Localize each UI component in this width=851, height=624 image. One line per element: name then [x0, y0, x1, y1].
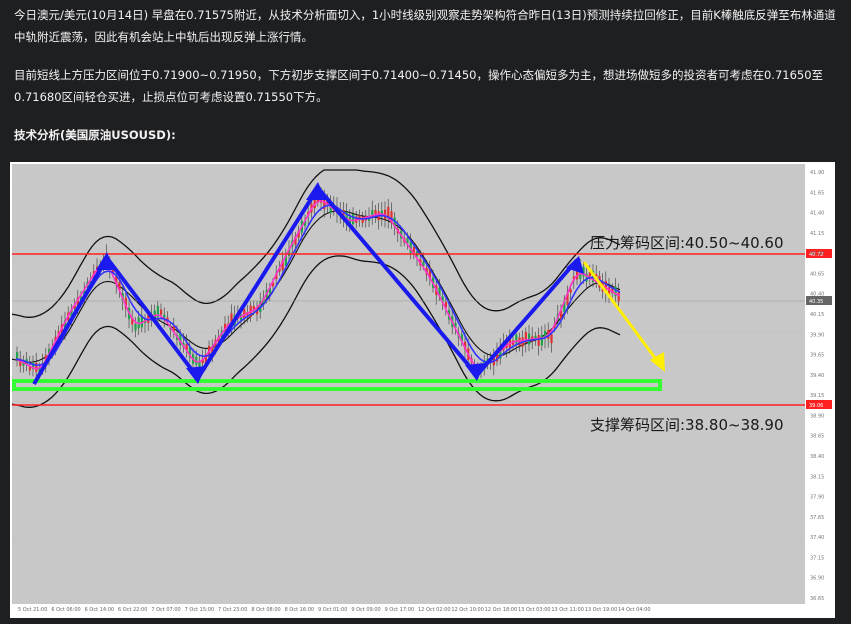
- x-tick-label: 6 Oct 06:00: [51, 607, 80, 613]
- y-tick-label: 40.90: [810, 251, 824, 257]
- x-tick-label: 13 Oct 03:00: [518, 607, 551, 613]
- y-tick-label: 41.15: [810, 231, 824, 237]
- x-tick-label: 7 Oct 07:00: [151, 607, 180, 613]
- x-tick-label: 13 Oct 11:00: [551, 607, 584, 613]
- y-tick-label: 41.90: [810, 170, 824, 176]
- x-tick-label: 13 Oct 19:00: [585, 607, 618, 613]
- x-tick-label: 14 Oct 04:00: [618, 607, 651, 613]
- y-tick-label: 37.65: [810, 515, 824, 521]
- support-annotation: 支撑筹码区间:38.80~38.90: [590, 416, 784, 434]
- x-tick-label: 7 Oct 15:00: [185, 607, 214, 613]
- y-tick-label: 38.15: [810, 474, 824, 480]
- y-tick-label: 37.90: [810, 495, 824, 501]
- y-tick-label: 36.90: [810, 576, 824, 582]
- analysis-paragraph-2: 目前短线上方压力区间位于0.71900~0.71950，下方初步支撑区间于0.7…: [14, 68, 824, 104]
- x-tick-label: 12 Oct 02:00: [418, 607, 451, 613]
- x-tick-label: 7 Oct 23:00: [218, 607, 247, 613]
- y-tick-label: 40.15: [810, 312, 824, 318]
- y-tick-label: 39.15: [810, 393, 824, 399]
- candle-body: [160, 309, 163, 315]
- y-tick-label: 37.15: [810, 555, 824, 561]
- y-tick-label: 41.40: [810, 211, 824, 217]
- y-tick-label: 38.65: [810, 434, 824, 440]
- y-tick-label: 40.65: [810, 271, 824, 277]
- candle-body: [537, 335, 540, 346]
- price-tag-support-text: 39.06: [809, 403, 823, 409]
- resistance-annotation: 压力筹码区间:40.50~40.60: [590, 234, 784, 252]
- y-tick-label: 41.65: [810, 190, 824, 196]
- price-tag-current-text: 40.35: [809, 299, 823, 305]
- candle-body: [35, 362, 38, 372]
- price-chart: 40.72 40.35 39.06 41.90 41.65 41.40 41.15 40…: [10, 162, 835, 618]
- y-tick-label: 36.65: [810, 596, 824, 602]
- analysis-paragraph-1: 今日澳元/美元(10月14日) 早盘在0.71575附近，从技术分析面切入，1小…: [14, 8, 836, 44]
- y-tick-label: 37.40: [810, 535, 824, 541]
- x-tick-label: 9 Oct 09:00: [351, 607, 380, 613]
- y-tick-label: 39.90: [810, 332, 824, 338]
- candle-body: [540, 334, 543, 346]
- y-tick-label: 38.40: [810, 454, 824, 460]
- x-tick-label: 9 Oct 17:00: [385, 607, 414, 613]
- x-tick-label: 9 Oct 01:00: [318, 607, 347, 613]
- x-tick-label: 6 Oct 22:00: [118, 607, 147, 613]
- section-title: 技术分析(美国原油USOUSD):: [14, 128, 176, 142]
- y-tick-label: 40.40: [810, 292, 824, 298]
- x-tick-label: 8 Oct 08:00: [251, 607, 280, 613]
- x-tick-label: 12 Oct 18:00: [485, 607, 518, 613]
- candle-body: [569, 289, 572, 293]
- x-tick-label: 6 Oct 14:00: [85, 607, 114, 613]
- candle-body: [617, 292, 620, 302]
- candle-body: [352, 214, 355, 225]
- x-tick-label: 12 Oct 10:00: [451, 607, 484, 613]
- y-tick-label: 39.40: [810, 373, 824, 379]
- x-axis: 5 Oct 21:00 6 Oct 06:00 6 Oct 14:00 6 Oct 2…: [18, 607, 651, 613]
- plot-area: [12, 164, 805, 604]
- candle-body: [134, 324, 137, 331]
- x-tick-label: 5 Oct 21:00: [18, 607, 47, 613]
- chart-canvas: 40.72 40.35 39.06 41.9041.6541.4041.1540…: [10, 162, 835, 618]
- y-tick-label: 38.90: [810, 413, 824, 419]
- candle-body: [550, 334, 553, 344]
- y-tick-label: 39.65: [810, 353, 824, 359]
- x-tick-label: 8 Oct 16:00: [285, 607, 314, 613]
- candle-body: [422, 261, 425, 266]
